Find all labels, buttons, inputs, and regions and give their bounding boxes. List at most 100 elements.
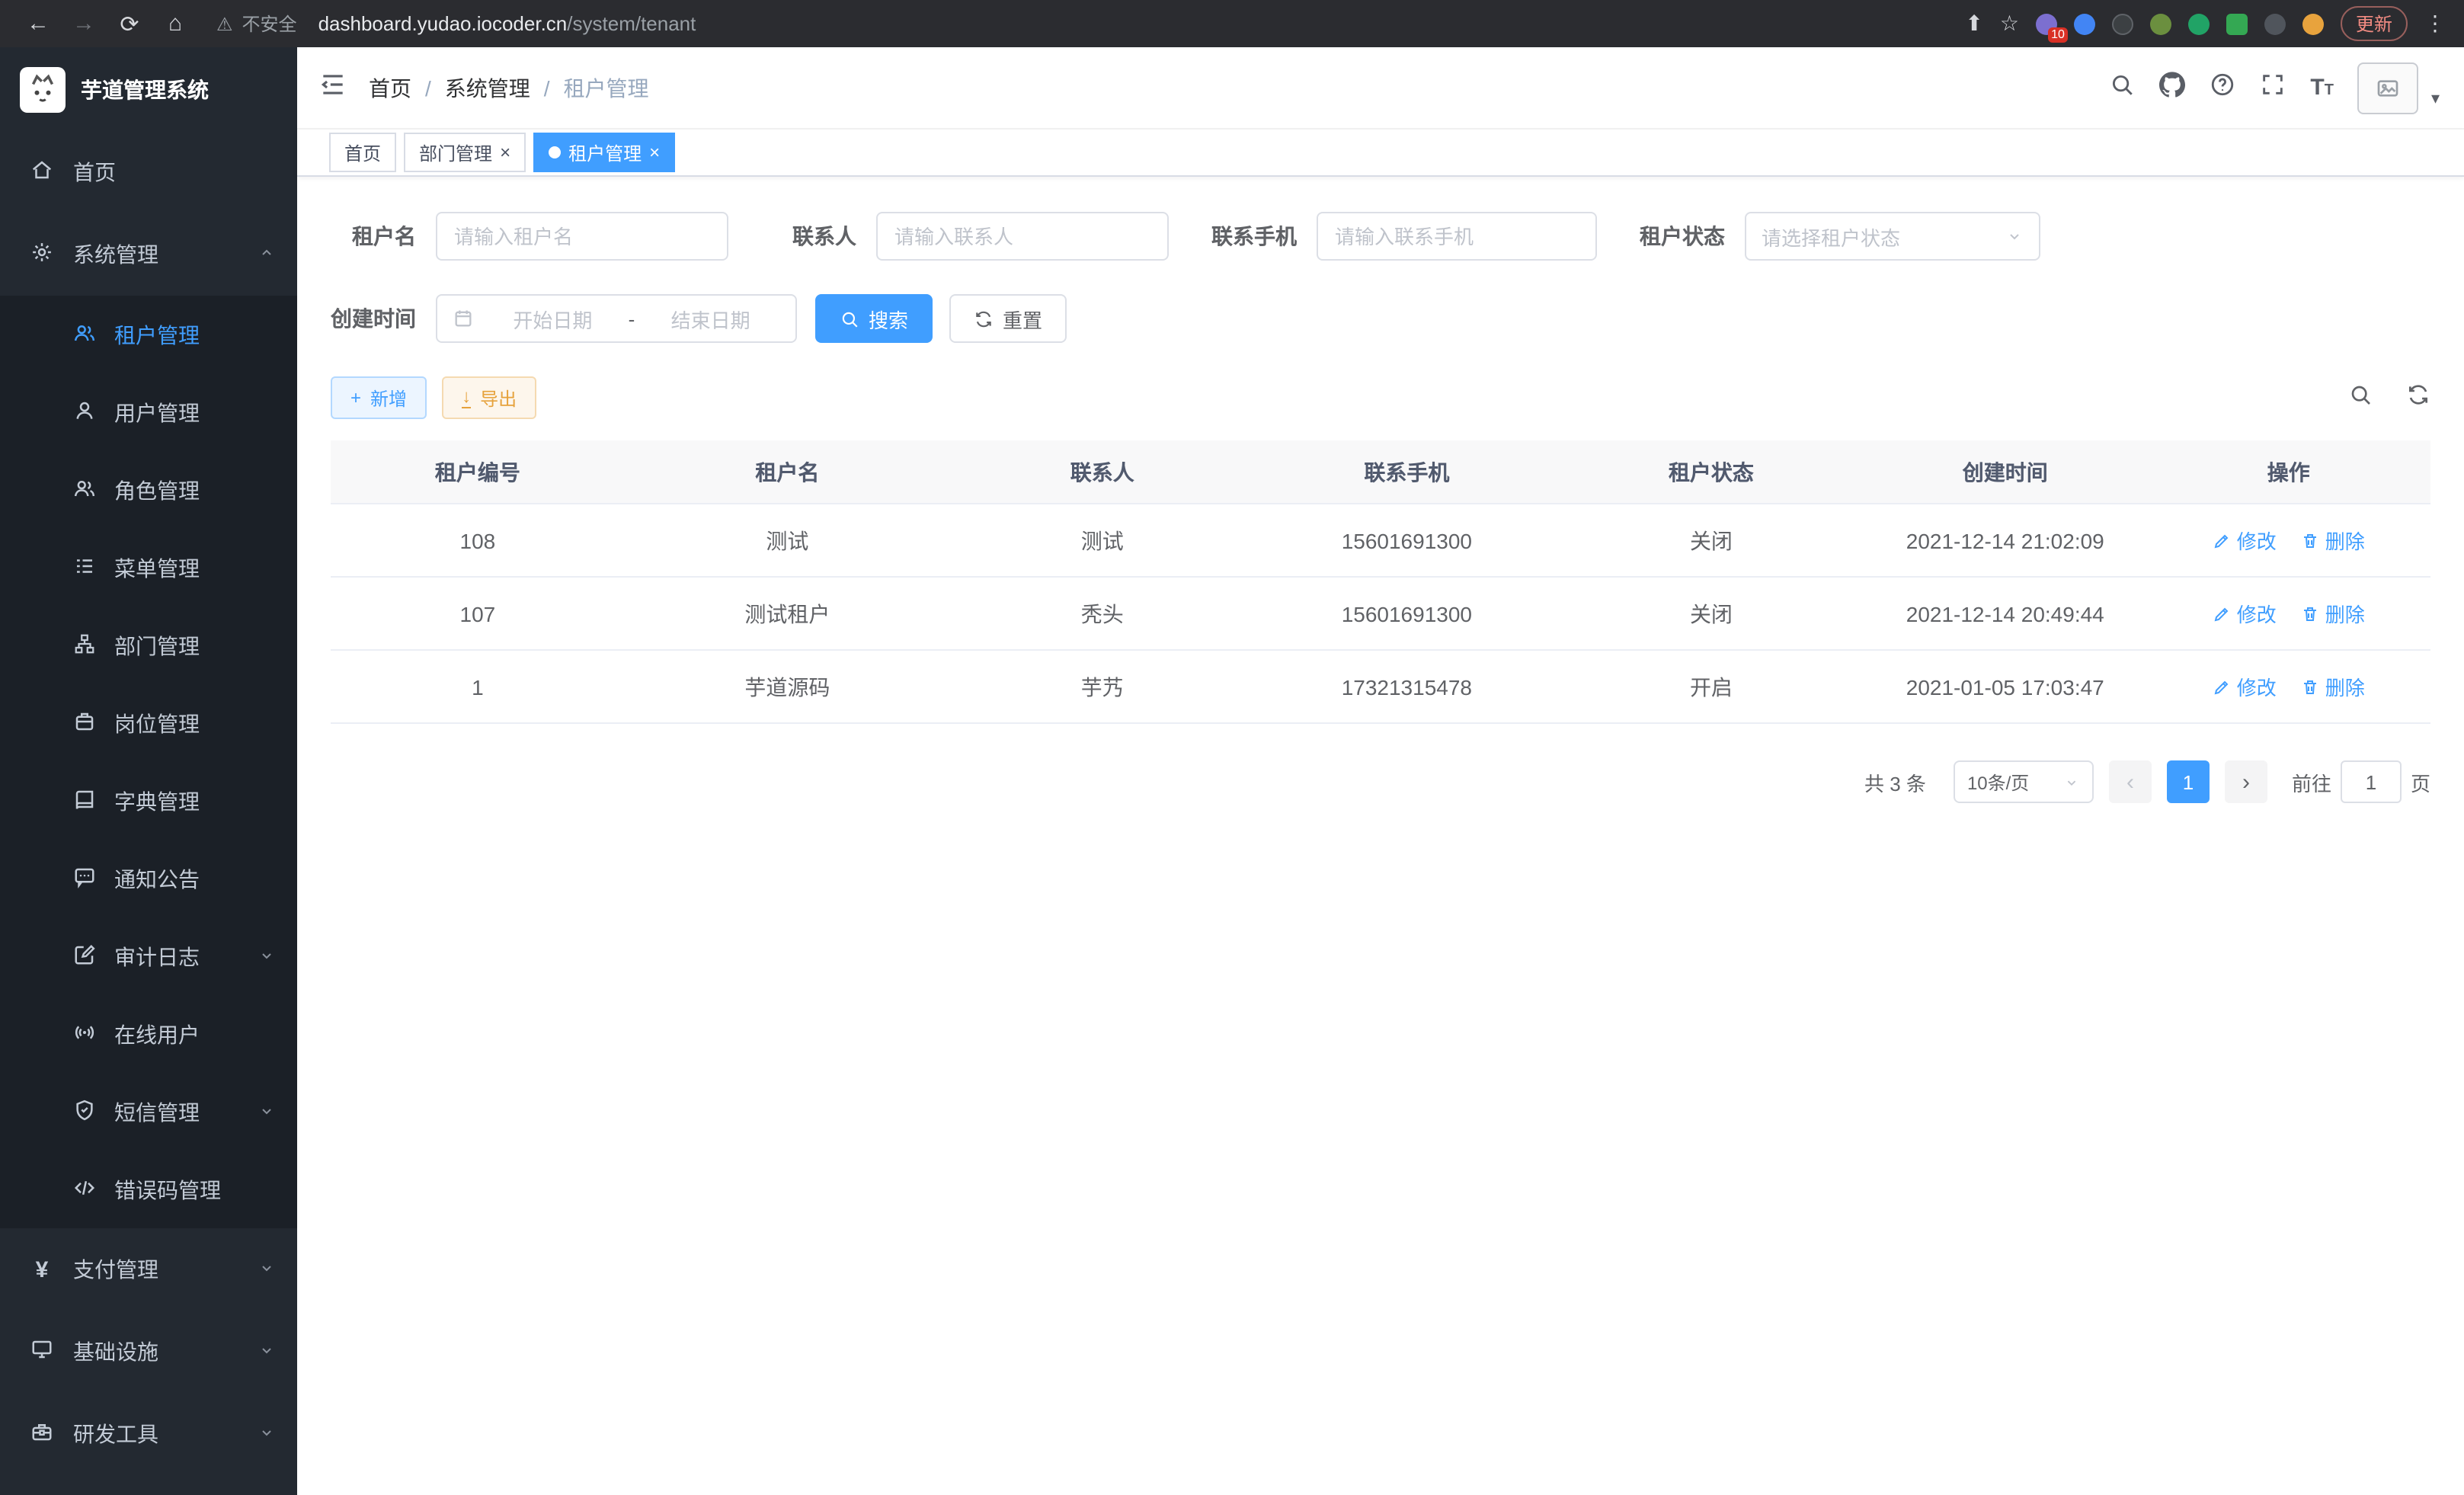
edit-link[interactable]: 修改 bbox=[2213, 599, 2277, 628]
column-header: 租户名 bbox=[625, 456, 950, 487]
tenant-name-input[interactable] bbox=[436, 212, 728, 261]
profile-avatar-icon[interactable] bbox=[2302, 13, 2324, 34]
github-icon[interactable] bbox=[2159, 71, 2185, 104]
extension-icon-7[interactable] bbox=[2264, 13, 2286, 34]
sidebar-item-post[interactable]: 岗位管理 bbox=[0, 684, 297, 762]
sidebar-item-dict[interactable]: 字典管理 bbox=[0, 762, 297, 840]
extension-icon-4[interactable] bbox=[2150, 13, 2171, 34]
browser-home-icon[interactable]: ⌂ bbox=[155, 4, 195, 43]
tab-label: 部门管理 bbox=[419, 139, 492, 165]
phone-input[interactable] bbox=[1317, 212, 1597, 261]
share-icon[interactable]: ⬆ bbox=[1965, 11, 1982, 37]
book-icon bbox=[73, 787, 96, 815]
sidebar-item-role[interactable]: 角色管理 bbox=[0, 451, 297, 529]
sidebar-item-infra[interactable]: 基础设施 bbox=[0, 1311, 297, 1393]
tab-home[interactable]: 首页 bbox=[329, 133, 396, 172]
row-actions: 修改 删除 bbox=[2153, 672, 2424, 701]
page-content: 租户名 联系人 联系手机 租户状态 请选择租户状态 bbox=[297, 177, 2464, 1495]
yen-icon: ¥ bbox=[30, 1257, 53, 1282]
sidebar-item-label: 首页 bbox=[73, 157, 116, 187]
edit-link[interactable]: 修改 bbox=[2213, 672, 2277, 701]
sidebar-item-sms[interactable]: 短信管理 bbox=[0, 1073, 297, 1151]
tenant-phone: 15601691300 bbox=[1255, 528, 1560, 552]
export-button[interactable]: ↓ 导出 bbox=[442, 376, 536, 419]
status-select[interactable]: 请选择租户状态 bbox=[1745, 212, 2040, 261]
toggle-search-icon[interactable] bbox=[2348, 382, 2373, 414]
breadcrumb-home[interactable]: 首页 bbox=[369, 72, 411, 103]
help-icon[interactable] bbox=[2210, 71, 2235, 104]
close-icon[interactable]: × bbox=[500, 143, 510, 162]
goto-page-input[interactable] bbox=[2341, 760, 2402, 803]
sidebar-item-label: 部门管理 bbox=[114, 630, 200, 661]
tenant-name: 芋道源码 bbox=[625, 671, 950, 702]
logo-image bbox=[20, 66, 66, 112]
browser-forward-icon[interactable]: → bbox=[64, 4, 104, 43]
delete-link[interactable]: 删除 bbox=[2301, 526, 2365, 555]
close-icon[interactable]: × bbox=[649, 143, 660, 162]
sidebar-item-notice[interactable]: 通知公告 bbox=[0, 840, 297, 917]
sidebar-item-menu[interactable]: 菜单管理 bbox=[0, 529, 297, 607]
browser-reload-icon[interactable]: ⟳ bbox=[110, 4, 149, 43]
toolbox-icon bbox=[30, 1420, 53, 1448]
sidebar-item-payment[interactable]: ¥ 支付管理 bbox=[0, 1228, 297, 1311]
chrome-update-button[interactable]: 更新 bbox=[2341, 6, 2408, 41]
tab-dept[interactable]: 部门管理 × bbox=[404, 133, 526, 172]
menu-list-icon bbox=[73, 554, 96, 581]
address-bar[interactable]: dashboard.yudao.iocoder.cn /system/tenan… bbox=[318, 12, 1960, 35]
app-title: 芋道管理系统 bbox=[81, 74, 209, 104]
search-icon[interactable] bbox=[2109, 71, 2135, 104]
column-header: 联系人 bbox=[950, 456, 1255, 487]
sidebar-item-user[interactable]: 用户管理 bbox=[0, 373, 297, 451]
delete-link[interactable]: 删除 bbox=[2301, 672, 2365, 701]
tenant-created: 2021-12-14 20:49:44 bbox=[1864, 601, 2147, 626]
extension-icon-1[interactable]: 10 bbox=[2036, 13, 2057, 34]
tenant-status: 开启 bbox=[1559, 671, 1864, 702]
column-header: 联系手机 bbox=[1255, 456, 1560, 487]
tenant-id: 1 bbox=[331, 674, 625, 699]
sidebar-item-system[interactable]: 系统管理 bbox=[0, 213, 297, 296]
extension-icon-3[interactable] bbox=[2112, 13, 2133, 34]
breadcrumb-section[interactable]: 系统管理 bbox=[445, 72, 530, 103]
search-button[interactable]: 搜索 bbox=[815, 294, 933, 343]
bookmark-star-icon[interactable]: ☆ bbox=[2000, 11, 2019, 37]
delete-link[interactable]: 删除 bbox=[2301, 599, 2365, 628]
font-size-icon[interactable]: T T bbox=[2310, 76, 2334, 99]
sidebar-collapse-icon[interactable] bbox=[318, 69, 347, 106]
sidebar-item-online-users[interactable]: 在线用户 bbox=[0, 995, 297, 1073]
logo[interactable]: 芋道管理系统 bbox=[0, 47, 297, 131]
search-button-label: 搜索 bbox=[869, 304, 908, 333]
filter-tenant-name: 租户名 bbox=[331, 212, 728, 261]
avatar-caret-icon[interactable]: ▾ bbox=[2431, 88, 2440, 108]
extension-icon-5[interactable] bbox=[2188, 13, 2210, 34]
extension-icon-2[interactable] bbox=[2074, 13, 2095, 34]
avatar[interactable] bbox=[2358, 62, 2419, 114]
tab-tenant[interactable]: 租户管理 × bbox=[533, 133, 675, 172]
chevron-down-icon bbox=[258, 1422, 276, 1446]
page-number-1[interactable]: 1 bbox=[2167, 760, 2210, 803]
sidebar-item-home[interactable]: 首页 bbox=[0, 131, 297, 213]
sidebar-item-label: 短信管理 bbox=[114, 1096, 200, 1127]
date-range-picker[interactable]: 开始日期 - 结束日期 bbox=[436, 294, 797, 343]
security-indicator[interactable]: ⚠ 不安全 bbox=[216, 11, 297, 37]
sidebar-item-audit-log[interactable]: 审计日志 bbox=[0, 917, 297, 995]
status-label: 租户状态 bbox=[1640, 221, 1725, 251]
edit-link[interactable]: 修改 bbox=[2213, 526, 2277, 555]
next-page-button[interactable]: › bbox=[2225, 760, 2267, 803]
refresh-icon[interactable] bbox=[2406, 382, 2430, 414]
sidebar-item-tenant[interactable]: 租户管理 bbox=[0, 296, 297, 373]
prev-page-button[interactable]: ‹ bbox=[2109, 760, 2152, 803]
edit-label: 修改 bbox=[2237, 599, 2277, 628]
export-button-label: 导出 bbox=[480, 385, 517, 411]
contact-input[interactable] bbox=[876, 212, 1169, 261]
sidebar-item-devtools[interactable]: 研发工具 bbox=[0, 1393, 297, 1475]
reset-button[interactable]: 重置 bbox=[949, 294, 1067, 343]
browser-menu-icon[interactable]: ⋮ bbox=[2424, 11, 2446, 37]
browser-back-icon[interactable]: ← bbox=[18, 4, 58, 43]
extension-icon-6[interactable] bbox=[2226, 13, 2248, 34]
page-size-select[interactable]: 10条/页 bbox=[1954, 760, 2094, 803]
sidebar-item-dept[interactable]: 部门管理 bbox=[0, 607, 297, 684]
sidebar-item-label: 菜单管理 bbox=[114, 552, 200, 583]
fullscreen-icon[interactable] bbox=[2260, 71, 2286, 104]
add-button[interactable]: + 新增 bbox=[331, 376, 427, 419]
sidebar-item-error-code[interactable]: 错误码管理 bbox=[0, 1151, 297, 1228]
